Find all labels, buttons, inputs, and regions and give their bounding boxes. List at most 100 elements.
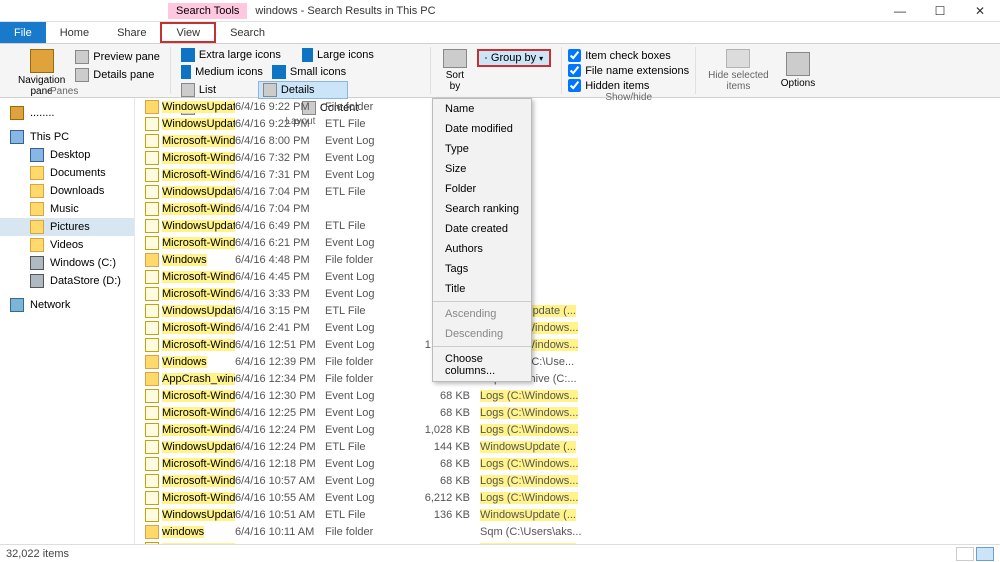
nav-unknown[interactable]: ........ xyxy=(0,104,134,122)
table-row[interactable]: Microsoft-Wind...6/4/16 8:00 PMEvent Log xyxy=(135,132,1000,149)
table-row[interactable]: WindowsUpdate6/4/16 9:22 PMFile folder xyxy=(135,98,1000,115)
details-icon xyxy=(263,83,277,97)
options-button[interactable]: Options xyxy=(775,47,821,94)
table-row[interactable]: Microsoft-Wind...6/4/16 12:30 PMEvent Lo… xyxy=(135,387,1000,404)
file-name-extensions-checkbox[interactable]: File name extensions xyxy=(568,64,689,77)
tab-home[interactable]: Home xyxy=(46,22,103,43)
table-row[interactable]: Windows6/4/16 12:39 PMFile folderMicroso… xyxy=(135,353,1000,370)
tab-view[interactable]: View xyxy=(160,22,216,43)
menu-item-date-modified[interactable]: Date modified xyxy=(433,119,531,139)
item-check-boxes-checkbox[interactable]: Item check boxes xyxy=(568,49,689,62)
layout-list[interactable]: List xyxy=(177,81,257,99)
file-date: 6/4/16 6:49 PM xyxy=(235,220,325,232)
file-icon xyxy=(145,168,159,182)
group-by-button[interactable]: Group by ▾ xyxy=(477,49,551,67)
downloads-icon xyxy=(30,184,44,198)
table-row[interactable]: Microsoft-Wind...6/4/16 4:45 PMEvent Log… xyxy=(135,268,1000,285)
table-row[interactable]: Microsoft-Wind...6/4/16 10:55 AMEvent Lo… xyxy=(135,489,1000,506)
layout-small-icons[interactable]: Small icons xyxy=(268,64,388,80)
item-count: 32,022 items xyxy=(6,548,69,560)
tab-file[interactable]: File xyxy=(0,22,46,43)
menu-item-authors[interactable]: Authors xyxy=(433,239,531,259)
table-row[interactable]: Microsoft-Wind...6/4/16 10:57 AMEvent Lo… xyxy=(135,472,1000,489)
layout-large-icons[interactable]: Large icons xyxy=(298,47,378,63)
nav-this-pc[interactable]: This PC xyxy=(0,128,134,146)
menu-item-tags[interactable]: Tags xyxy=(433,259,531,279)
table-row[interactable]: Microsoft-Wind...6/4/16 12:18 PMEvent Lo… xyxy=(135,455,1000,472)
hide-selected-items-button[interactable]: Hide selected items xyxy=(702,47,775,94)
search-tools-context-tab[interactable]: Search Tools xyxy=(168,3,247,19)
list-icon xyxy=(181,83,195,97)
pc-icon xyxy=(10,130,24,144)
documents-icon xyxy=(30,166,44,180)
file-name: Microsoft-Wind... xyxy=(162,424,235,436)
tab-share[interactable]: Share xyxy=(103,22,160,43)
table-row[interactable]: Microsoft-Wind...6/4/16 12:51 PMEvent Lo… xyxy=(135,336,1000,353)
table-row[interactable]: Microsoft-Wind...6/4/16 6:21 PMEvent Log… xyxy=(135,234,1000,251)
table-row[interactable]: Microsoft-Wind...6/4/16 7:31 PMEvent Log xyxy=(135,166,1000,183)
xl-icons-icon xyxy=(181,48,195,62)
menu-item-size[interactable]: Size xyxy=(433,159,531,179)
file-type: Event Log xyxy=(325,407,420,419)
menu-item-date-created[interactable]: Date created xyxy=(433,219,531,239)
maximize-button[interactable]: ☐ xyxy=(920,4,960,18)
details-pane-button[interactable]: Details pane xyxy=(71,67,164,83)
table-row[interactable]: windows6/4/16 10:11 AMFile folderSqm (C:… xyxy=(135,523,1000,540)
layout-medium-icons[interactable]: Medium icons xyxy=(177,64,267,80)
menu-item-name[interactable]: Name xyxy=(433,99,531,119)
table-row[interactable]: WindowsUpdate...6/4/16 10:51 AMETL File1… xyxy=(135,506,1000,523)
file-list[interactable]: WindowsUpdate6/4/16 9:22 PMFile folderWi… xyxy=(135,98,1000,544)
file-type: Event Log xyxy=(325,169,420,181)
table-row[interactable]: Microsoft-Wind...6/4/16 7:32 PMEvent Log xyxy=(135,149,1000,166)
file-name: Microsoft-Wind... xyxy=(162,152,235,164)
close-button[interactable]: ✕ xyxy=(960,4,1000,18)
nav-documents[interactable]: Documents xyxy=(0,164,134,182)
table-row[interactable]: WindowsUpdate...6/4/16 9:22 PMETL File xyxy=(135,115,1000,132)
file-icon xyxy=(145,406,159,420)
nav-datastore-d[interactable]: DataStore (D:) xyxy=(0,272,134,290)
table-row[interactable]: Microsoft-Wind...6/4/16 7:04 PMe (... xyxy=(135,200,1000,217)
thumbnails-view-button[interactable] xyxy=(976,547,994,561)
nav-pictures[interactable]: Pictures xyxy=(0,218,134,236)
hidden-items-checkbox[interactable]: Hidden items xyxy=(568,79,689,92)
table-row[interactable]: WindowsUpdate...6/4/16 12:24 PMETL File1… xyxy=(135,438,1000,455)
table-row[interactable]: Microsoft-Wind...6/4/16 12:24 PMEvent Lo… xyxy=(135,421,1000,438)
nav-desktop[interactable]: Desktop xyxy=(0,146,134,164)
nav-windows-c[interactable]: Windows (C:) xyxy=(0,254,134,272)
nav-network[interactable]: Network xyxy=(0,296,134,314)
nav-videos[interactable]: Videos xyxy=(0,236,134,254)
nav-music[interactable]: Music xyxy=(0,200,134,218)
preview-pane-button[interactable]: Preview pane xyxy=(71,49,164,65)
layout-extra-large-icons[interactable]: Extra large icons xyxy=(177,47,297,63)
table-row[interactable]: Microsoft-Wind...6/4/16 12:25 PMEvent Lo… xyxy=(135,404,1000,421)
menu-item-descending: Descending xyxy=(433,324,531,344)
menu-item-type[interactable]: Type xyxy=(433,139,531,159)
file-name: Windows xyxy=(162,254,207,266)
table-row[interactable]: Windows6/4/16 4:48 PMFile folderwsS... xyxy=(135,251,1000,268)
table-row[interactable]: Microsoft-Wind...6/4/16 2:41 PMEvent Log… xyxy=(135,319,1000,336)
file-type: File folder xyxy=(325,373,420,385)
layout-details[interactable]: Details xyxy=(258,81,348,99)
file-date: 6/4/16 3:15 PM xyxy=(235,305,325,317)
file-date: 6/4/16 9:22 PM xyxy=(235,101,325,113)
details-view-button[interactable] xyxy=(956,547,974,561)
star-icon xyxy=(10,106,24,120)
file-folder: Logs (C:\Windows... xyxy=(480,458,600,470)
table-row[interactable]: WindowsUpdate...6/4/16 3:15 PMETL File13… xyxy=(135,302,1000,319)
nav-downloads[interactable]: Downloads xyxy=(0,182,134,200)
menu-item-search-ranking[interactable]: Search ranking xyxy=(433,199,531,219)
file-type: File folder xyxy=(325,526,420,538)
file-type: Event Log xyxy=(325,458,420,470)
table-row[interactable]: AppCrash_windo...6/4/16 12:34 PMFile fol… xyxy=(135,370,1000,387)
menu-item-folder[interactable]: Folder xyxy=(433,179,531,199)
file-date: 6/4/16 2:41 PM xyxy=(235,322,325,334)
file-type: Event Log xyxy=(325,135,420,147)
sort-by-button[interactable]: Sort by xyxy=(437,47,473,94)
table-row[interactable]: WindowsUpdate...6/4/16 7:04 PMETL Filews… xyxy=(135,183,1000,200)
menu-item-title[interactable]: Title xyxy=(433,279,531,299)
table-row[interactable]: WindowsUpdate...6/4/16 6:49 PMETL Filews… xyxy=(135,217,1000,234)
tab-search[interactable]: Search xyxy=(216,22,279,43)
table-row[interactable]: Microsoft-Wind...6/4/16 3:33 PMEvent Log… xyxy=(135,285,1000,302)
minimize-button[interactable]: — xyxy=(880,4,920,18)
menu-item-choose-columns-[interactable]: Choose columns... xyxy=(433,349,531,381)
